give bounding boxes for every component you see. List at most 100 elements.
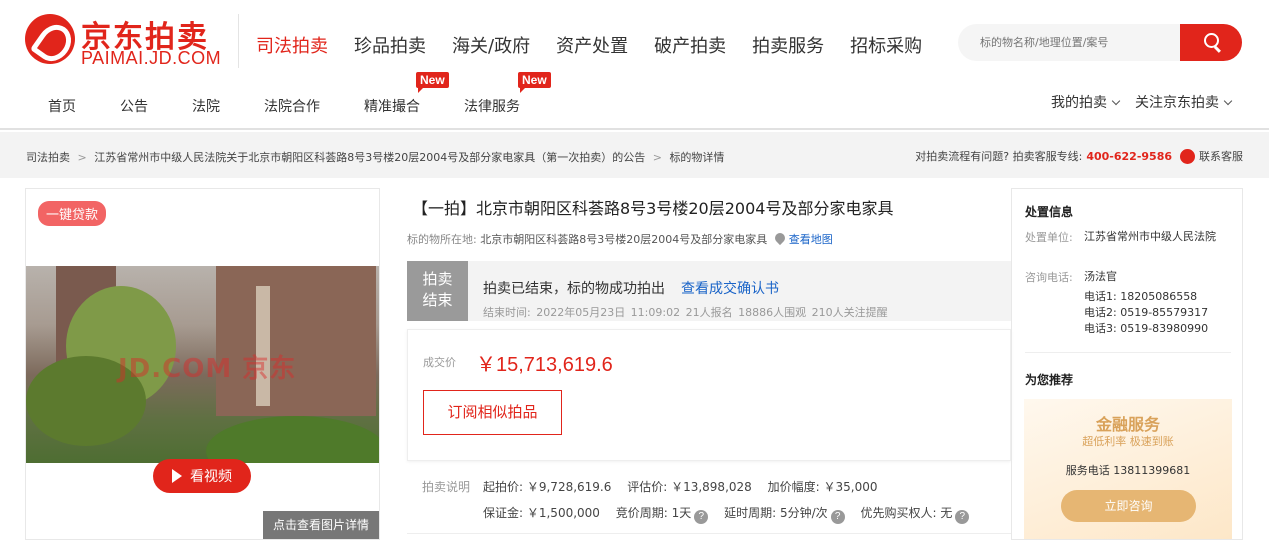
start-price: 起拍价: ￥9,728,619.6	[483, 480, 612, 494]
subnav-label: 法院	[192, 99, 220, 115]
location-address: 北京市朝阳区科荟路8号3号楼20层2004号及部分家电家具	[480, 233, 768, 246]
main-nav: 司法拍卖 珍品拍卖 海关/政府 资产处置 破产拍卖 拍卖服务 招标采购	[256, 32, 922, 58]
new-badge: New	[518, 72, 551, 93]
building-shape	[256, 286, 270, 406]
subnav-announcement[interactable]: 公告	[120, 96, 148, 116]
view-map-link[interactable]: 查看地图	[789, 233, 833, 246]
breadcrumb-item[interactable]: 江苏省常州市中级人民法院关于北京市朝阳区科荟路8号3号楼20层2004号及部分家…	[94, 151, 645, 164]
disposal-unit: 江苏省常州市中级人民法院	[1084, 230, 1216, 243]
image-gallery: 一键贷款 JD.COM 京东 看视频 点击查看图片详情	[25, 188, 380, 540]
help-icon[interactable]: ?	[694, 510, 709, 524]
property-photo[interactable]: JD.COM 京东	[26, 266, 379, 463]
hedge-shape	[206, 416, 379, 463]
phone-1: 电话1: 18205086558	[1084, 290, 1198, 303]
jd-logo-icon	[25, 14, 75, 64]
item-location: 标的物所在地: 北京市朝阳区科荟路8号3号楼20层2004号及部分家电家具 查看…	[407, 230, 833, 247]
search-icon	[1204, 33, 1219, 48]
side-panel: 处置信息 处置单位: 江苏省常州市中级人民法院 咨询电话: 汤法官 电话1: 1…	[1011, 188, 1243, 540]
view-image-details-button[interactable]: 点击查看图片详情	[263, 511, 379, 539]
my-auction-dropdown[interactable]: 我的拍卖	[1051, 92, 1121, 112]
watch-video-button[interactable]: 看视频	[153, 459, 251, 493]
service-question: 对拍卖流程有问题? 拍卖客服专线:	[915, 150, 1083, 163]
jd-auction-logo[interactable]: 京东拍卖 PAIMAI.JD.COM	[25, 12, 225, 72]
play-icon	[172, 469, 182, 483]
disposal-info-title: 处置信息	[1025, 205, 1074, 219]
contact-service-link[interactable]: 联系客服	[1199, 148, 1243, 164]
subnav-label: 法院合作	[264, 99, 320, 115]
watch-video-label: 看视频	[190, 469, 232, 485]
help-icon[interactable]: ?	[955, 510, 970, 524]
breadcrumb-separator: >	[77, 151, 87, 164]
subscribe-similar-button[interactable]: 订阅相似拍品	[423, 390, 562, 435]
auction-end-stats: 结束时间: 2022年05月23日 11:09:02 21人报名 18886人围…	[483, 306, 888, 319]
bid-increment: 加价幅度: ￥35,000	[767, 480, 878, 494]
subnav-label: 法律服务	[464, 99, 520, 115]
breadcrumb-item[interactable]: 司法拍卖	[26, 151, 70, 164]
status-tag-line2: 结束	[422, 291, 453, 309]
nav-auction-service[interactable]: 拍卖服务	[752, 32, 824, 58]
chevron-down-icon	[1111, 96, 1121, 106]
breadcrumb-separator: >	[652, 151, 662, 164]
consult-phone-label: 咨询电话:	[1025, 271, 1073, 284]
one-click-loan-tag[interactable]: 一键贷款	[38, 201, 107, 226]
breadcrumb: 司法拍卖 > 江苏省常州市中级人民法院关于北京市朝阳区科荟路8号3号楼20层20…	[26, 149, 724, 165]
follow-jd-auction-dropdown[interactable]: 关注京东拍卖	[1135, 92, 1233, 112]
auction-status: 拍卖 结束 拍卖已结束，标的物成功拍出 查看成交确认书 结束时间: 2022年05…	[407, 261, 1011, 321]
my-auction-label: 我的拍卖	[1051, 95, 1107, 111]
search-input[interactable]	[958, 24, 1184, 61]
subnav-court-cooperation[interactable]: 法院合作	[264, 96, 320, 116]
subnav-home[interactable]: 首页	[48, 96, 76, 116]
nav-judicial-auction[interactable]: 司法拍卖	[256, 32, 328, 58]
chevron-down-icon	[1223, 96, 1233, 106]
help-icon[interactable]: ?	[830, 510, 845, 524]
subnav-legal-service[interactable]: New 法律服务	[464, 72, 551, 116]
search-button[interactable]	[1180, 24, 1242, 61]
building-shape	[216, 266, 376, 416]
search-bar	[958, 24, 1242, 61]
breadcrumb-item-current: 标的物详情	[669, 151, 725, 164]
follow-label: 关注京东拍卖	[1135, 95, 1219, 111]
status-badge: 拍卖 结束	[407, 261, 468, 321]
breadcrumb-bar: 司法拍卖 > 江苏省常州市中级人民法院关于北京市朝阳区科荟路8号3号楼20层20…	[0, 132, 1269, 178]
subnav-precise-matching[interactable]: New 精准撮合	[364, 72, 449, 116]
recommend-title: 为您推荐	[1025, 373, 1074, 387]
logo-divider	[238, 14, 239, 68]
status-text: 拍卖已结束，标的物成功拍出	[483, 281, 665, 297]
status-tag-line1: 拍卖	[422, 270, 453, 288]
sub-nav: 首页 公告 法院 法院合作 New 精准撮合 New 法律服务	[48, 72, 564, 116]
site-header: 京东拍卖 PAIMAI.JD.COM 司法拍卖 珍品拍卖 海关/政府 资产处置 …	[0, 0, 1269, 130]
promo-title: 金融服务	[1095, 415, 1160, 434]
customer-service-icon	[1180, 148, 1195, 164]
price-panel: 成交价 ￥15,713,619.6 订阅相似拍品	[407, 329, 1011, 461]
delay-period: 延时周期: 5分钟/次	[724, 506, 828, 520]
promo-phone: 服务电话 13811399681	[1065, 464, 1191, 477]
appraisal-price: 评估价: ￥13,898,028	[627, 480, 752, 494]
rules-label: 拍卖说明	[422, 480, 471, 494]
new-badge: New	[416, 72, 449, 93]
consult-now-button[interactable]: 立即咨询	[1061, 490, 1196, 522]
rules-row: 保证金: ￥1,500,000 竞价周期: 1天? 延时周期: 5分钟/次? 优…	[483, 504, 981, 524]
nav-customs-government[interactable]: 海关/政府	[452, 32, 530, 58]
bid-period: 竞价周期: 1天	[615, 506, 692, 520]
nav-bankruptcy-auction[interactable]: 破产拍卖	[654, 32, 726, 58]
subnav-court[interactable]: 法院	[192, 96, 220, 116]
location-label: 标的物所在地:	[407, 233, 477, 246]
view-deal-confirmation-link[interactable]: 查看成交确认书	[681, 281, 779, 297]
auction-rules: 拍卖说明 起拍价: ￥9,728,619.6 评估价: ￥13,898,028 …	[407, 470, 1011, 534]
logo-text-en: PAIMAI.JD.COM	[81, 48, 222, 68]
disposal-unit-label: 处置单位:	[1025, 231, 1073, 244]
nav-treasure-auction[interactable]: 珍品拍卖	[354, 32, 426, 58]
subnav-label: 精准撮合	[364, 99, 420, 115]
finance-promo-card[interactable]: 金融服务 超低利率 极速到账 服务电话 13811399681 立即咨询	[1024, 399, 1232, 539]
phone-3: 电话3: 0519-83980990	[1084, 322, 1209, 335]
deposit: 保证金: ￥1,500,000	[483, 506, 600, 520]
nav-asset-disposal[interactable]: 资产处置	[556, 32, 628, 58]
subnav-label: 首页	[48, 99, 76, 115]
nav-tender-procurement[interactable]: 招标采购	[850, 32, 922, 58]
judge-name: 汤法官	[1084, 270, 1117, 283]
user-links: 我的拍卖 关注京东拍卖	[1051, 92, 1233, 112]
map-pin-icon	[772, 230, 787, 246]
rules-row: 起拍价: ￥9,728,619.6 评估价: ￥13,898,028 加价幅度:…	[483, 478, 889, 495]
service-phone: 400-622-9586	[1086, 149, 1172, 163]
photo-watermark: JD.COM 京东	[118, 354, 297, 384]
